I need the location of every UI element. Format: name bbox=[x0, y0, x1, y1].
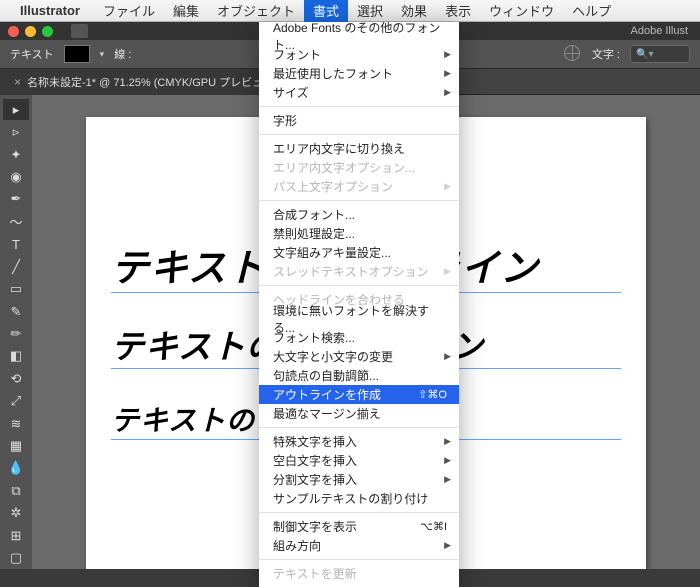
brand-label: Adobe Illust bbox=[631, 25, 688, 37]
shortcut-label: ⌥⌘I bbox=[420, 520, 447, 533]
object-type-label: テキスト bbox=[10, 46, 54, 62]
menu-window[interactable]: ウィンドウ bbox=[480, 0, 563, 22]
menu-separator bbox=[259, 134, 459, 135]
menu-item[interactable]: 文字組みアキ量設定... bbox=[259, 243, 459, 262]
lasso-tool[interactable]: ◉ bbox=[3, 166, 29, 187]
paintbrush-tool[interactable]: ✎ bbox=[3, 301, 29, 322]
character-label: 文字 : bbox=[592, 46, 620, 62]
menu-item: テキストを更新 bbox=[259, 564, 459, 583]
menu-item[interactable]: Adobe Fonts のその他のフォント... bbox=[259, 26, 459, 45]
menu-item[interactable]: 組み方向 bbox=[259, 536, 459, 555]
blend-tool[interactable]: ⧉ bbox=[3, 480, 29, 501]
menu-file[interactable]: ファイル bbox=[94, 0, 164, 22]
direct-selection-tool[interactable]: ▹ bbox=[3, 121, 29, 142]
menu-item: スレッドテキストオプション bbox=[259, 262, 459, 281]
menu-item[interactable]: 禁則処理設定... bbox=[259, 224, 459, 243]
type-tool[interactable]: T bbox=[3, 234, 29, 255]
pen-tool[interactable]: ✒ bbox=[3, 189, 29, 210]
document-tab-title: 名称未設定-1* @ 71.25% (CMYK/GPU プレビュー) bbox=[27, 74, 278, 90]
type-menu-dropdown: Adobe Fonts のその他のフォント...フォント最近使用したフォントサイ… bbox=[259, 22, 459, 587]
blob-brush-tool[interactable]: ✏ bbox=[3, 323, 29, 344]
menu-edit[interactable]: 編集 bbox=[164, 0, 208, 22]
menu-item[interactable]: エリア内文字に切り換え bbox=[259, 139, 459, 158]
menu-item[interactable]: 制御文字を表示⌥⌘I bbox=[259, 517, 459, 536]
globe-icon[interactable] bbox=[564, 45, 582, 63]
menu-item[interactable]: サイズ bbox=[259, 83, 459, 102]
menu-item[interactable]: フォント bbox=[259, 45, 459, 64]
curvature-tool[interactable]: 〜 bbox=[3, 211, 29, 232]
rotate-tool[interactable]: ⟲ bbox=[3, 368, 29, 389]
menu-item[interactable]: 最近使用したフォント bbox=[259, 64, 459, 83]
fill-swatch[interactable] bbox=[64, 45, 90, 63]
menu-separator bbox=[259, 427, 459, 428]
menu-item[interactable]: アウトラインを作成⇧⌘O bbox=[259, 385, 459, 404]
rectangle-tool[interactable]: ▭ bbox=[3, 278, 29, 299]
symbol-sprayer-tool[interactable]: ✲ bbox=[3, 503, 29, 524]
menu-separator bbox=[259, 512, 459, 513]
close-tab-icon[interactable]: × bbox=[14, 75, 21, 89]
zoom-button[interactable] bbox=[42, 26, 53, 37]
menu-item[interactable]: 合成フォント... bbox=[259, 205, 459, 224]
menu-item[interactable]: フォント検索... bbox=[259, 328, 459, 347]
shortcut-label: ⇧⌘O bbox=[418, 388, 447, 401]
menu-separator bbox=[259, 106, 459, 107]
document-tab[interactable]: × 名称未設定-1* @ 71.25% (CMYK/GPU プレビュー) bbox=[0, 69, 293, 95]
font-search-input[interactable]: 🔍▾ bbox=[630, 45, 690, 63]
graph-tool[interactable]: ⊞ bbox=[3, 525, 29, 546]
menu-item[interactable]: 最適なマージン揃え bbox=[259, 404, 459, 423]
gradient-tool[interactable]: ▦ bbox=[3, 435, 29, 456]
stroke-label: 線 : bbox=[114, 46, 131, 62]
menu-item[interactable]: 空白文字を挿入 bbox=[259, 451, 459, 470]
menu-item[interactable]: 句読点の自動調節... bbox=[259, 366, 459, 385]
minimize-button[interactable] bbox=[25, 26, 36, 37]
selection-tool[interactable]: ▸ bbox=[3, 99, 29, 120]
menu-item[interactable]: 分割文字を挿入 bbox=[259, 470, 459, 489]
menu-item: エリア内文字オプション... bbox=[259, 158, 459, 177]
tools-panel: ▸ ▹ ✦ ◉ ✒ 〜 T ╱ ▭ ✎ ✏ ◧ ⟲ ⤢ ≋ ▦ 💧 ⧉ ✲ ⊞ … bbox=[0, 95, 32, 569]
width-tool[interactable]: ≋ bbox=[3, 413, 29, 434]
menu-separator bbox=[259, 200, 459, 201]
line-tool[interactable]: ╱ bbox=[3, 256, 29, 277]
menu-item: パス上文字オプション bbox=[259, 177, 459, 196]
menu-separator bbox=[259, 285, 459, 286]
eraser-tool[interactable]: ◧ bbox=[3, 346, 29, 367]
artboard-tool[interactable]: ▢ bbox=[3, 547, 29, 568]
magic-wand-tool[interactable]: ✦ bbox=[3, 144, 29, 165]
close-button[interactable] bbox=[8, 26, 19, 37]
fill-dropdown-icon[interactable]: ▾ bbox=[100, 49, 105, 60]
home-icon[interactable] bbox=[71, 24, 88, 38]
menu-item[interactable]: 特殊文字を挿入 bbox=[259, 432, 459, 451]
scale-tool[interactable]: ⤢ bbox=[3, 390, 29, 411]
menu-item[interactable]: 大文字と小文字の変更 bbox=[259, 347, 459, 366]
menu-help[interactable]: ヘルプ bbox=[563, 0, 620, 22]
menu-separator bbox=[259, 559, 459, 560]
menu-item[interactable]: 環境に無いフォントを解決する... bbox=[259, 309, 459, 328]
eyedropper-tool[interactable]: 💧 bbox=[3, 458, 29, 479]
menu-item[interactable]: サンプルテキストの割り付け bbox=[259, 489, 459, 508]
menu-item[interactable]: 字形 bbox=[259, 111, 459, 130]
app-name[interactable]: Illustrator bbox=[20, 3, 80, 18]
